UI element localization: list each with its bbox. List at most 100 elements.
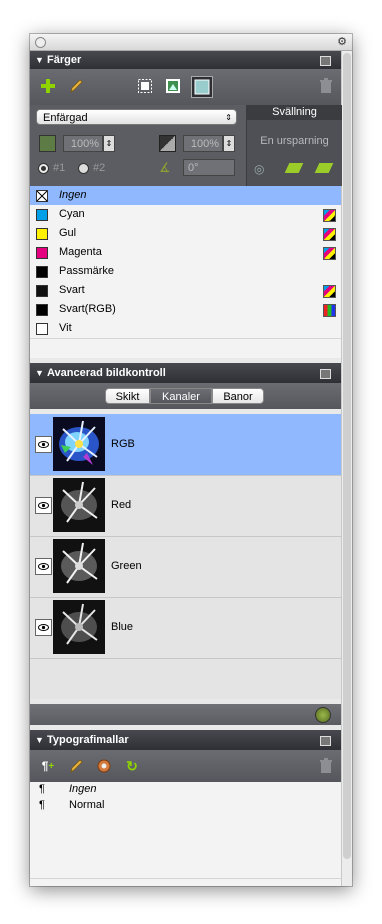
box-fill-icon[interactable]	[191, 76, 213, 98]
tab-channels[interactable]: Kanaler	[150, 388, 212, 404]
color-item-white[interactable]: Vit	[30, 319, 341, 339]
color-swatch	[36, 285, 48, 297]
style-item-empty	[30, 862, 341, 879]
pencil-icon[interactable]	[68, 78, 84, 94]
color-name: Magenta	[59, 246, 102, 258]
channel-row-blue[interactable]: Blue	[30, 597, 341, 659]
eye-icon[interactable]	[35, 497, 52, 514]
trash-icon[interactable]	[318, 78, 334, 94]
cmyk-badge-icon	[323, 228, 336, 241]
color-swatch	[36, 323, 48, 335]
eye-icon[interactable]	[35, 619, 52, 636]
color-item-black-rgb[interactable]: Svart(RGB)	[30, 300, 341, 320]
paragraph-mark-icon: ¶	[39, 799, 45, 811]
color-item-cyan[interactable]: Cyan	[30, 205, 341, 225]
typo-panel-title: Typografimallar	[47, 734, 129, 746]
trapping-header: Svällning	[247, 105, 342, 120]
disclosure-triangle-icon[interactable]: ▼	[35, 51, 44, 69]
channel-row-red[interactable]: Red	[30, 475, 341, 537]
color-list-empty	[30, 339, 341, 358]
color-item-magenta[interactable]: Magenta	[30, 243, 341, 263]
select-arrows-icon: ⇕	[225, 113, 232, 122]
color-item-black[interactable]: Svart	[30, 281, 341, 301]
color-item-registration[interactable]: Passmärke	[30, 262, 341, 282]
radio-color1-label: #1	[53, 162, 66, 174]
style-name: Normal	[69, 799, 105, 811]
angle-field[interactable]: 0°	[183, 159, 235, 176]
mode-select-value: Enfärgad	[43, 112, 88, 124]
shade-left-field[interactable]: 100%	[63, 135, 103, 152]
gear-icon[interactable]: ⚙	[337, 35, 347, 48]
channel-thumbnail	[53, 539, 105, 593]
disclosure-triangle-icon[interactable]: ▼	[35, 730, 44, 750]
style-item-none[interactable]: ¶ Ingen	[30, 782, 341, 799]
eye-icon[interactable]	[35, 436, 52, 453]
channel-row-green[interactable]: Green	[30, 536, 341, 598]
typo-panel-header[interactable]: ▼ Typografimallar	[30, 730, 341, 750]
close-button[interactable]	[35, 37, 46, 48]
trash-icon[interactable]	[318, 758, 334, 774]
scrollbar-thumb[interactable]	[343, 53, 351, 859]
panel-popout-icon[interactable]	[320, 736, 331, 746]
style-item-empty	[30, 814, 341, 831]
apply-icon[interactable]	[315, 707, 331, 723]
image-tabs-bar: Skikt Kanaler Banor	[30, 383, 341, 409]
mode-select[interactable]: Enfärgad ⇕	[36, 109, 237, 125]
radio-color2[interactable]	[78, 163, 89, 174]
new-style-icon[interactable]: ¶ +	[40, 758, 56, 774]
image-panel-footer	[30, 704, 341, 725]
channel-thumbnail	[53, 417, 105, 471]
angle-icon: ∡	[159, 160, 171, 175]
color-swatch	[36, 247, 48, 259]
duplicate-icon[interactable]	[96, 758, 112, 774]
color-name: Passmärke	[59, 265, 115, 277]
cmyk-badge-icon	[323, 209, 336, 222]
cmyk-badge-icon	[323, 285, 336, 298]
style-item-normal[interactable]: ¶ Normal	[30, 798, 341, 815]
pencil-icon[interactable]	[68, 758, 84, 774]
cmyk-badge-icon	[323, 247, 336, 260]
colors-panel-header[interactable]: ▼ Färger	[30, 51, 341, 69]
disclosure-triangle-icon[interactable]: ▼	[35, 363, 44, 383]
channel-row-rgb[interactable]: RGB	[30, 414, 341, 476]
shade-swatch-icon	[39, 135, 56, 152]
color-name: Gul	[59, 227, 77, 239]
color-swatch	[36, 228, 48, 240]
rgb-badge-icon	[323, 304, 336, 317]
stepper-right[interactable]: ⇕	[223, 135, 235, 152]
overprint-icon[interactable]	[314, 163, 334, 173]
colors-toolbar	[30, 69, 341, 105]
color-swatch	[36, 304, 48, 316]
color-swatch	[36, 209, 48, 221]
color-list: Ingen Cyan Gul Magenta Passmärke Svart S…	[30, 186, 341, 358]
trapping-area: Svällning En ursparning ◎	[246, 105, 342, 186]
color-item-none[interactable]: Ingen	[30, 186, 341, 206]
style-item-empty	[30, 830, 341, 847]
image-panel-header[interactable]: ▼ Avancerad bildkontroll	[30, 363, 341, 383]
panel-popout-icon[interactable]	[320, 369, 331, 379]
shade-right-field[interactable]: 100%	[183, 135, 223, 152]
knockout-icon[interactable]	[284, 163, 304, 173]
paragraph-mark-icon: ¶	[39, 783, 45, 795]
frame-icon[interactable]	[137, 78, 153, 94]
update-icon[interactable]: ↻	[124, 758, 140, 774]
style-list: ¶ Ingen ¶ Normal	[30, 782, 341, 886]
color-item-yellow[interactable]: Gul	[30, 224, 341, 244]
stepper-left[interactable]: ⇕	[103, 135, 115, 152]
scrollbar[interactable]	[341, 51, 352, 886]
color-name: Svart(RGB)	[59, 303, 116, 315]
style-item-empty	[30, 846, 341, 863]
spiral-icon[interactable]: ◎	[254, 162, 270, 176]
radio-color1[interactable]	[38, 163, 49, 174]
eye-icon[interactable]	[35, 558, 52, 575]
none-swatch-icon	[36, 190, 48, 202]
tab-paths[interactable]: Banor	[212, 388, 264, 404]
panel-popout-icon[interactable]	[320, 56, 331, 66]
channel-list: RGB Red Green Blue	[30, 414, 341, 699]
window-titlebar: ⚙	[30, 34, 352, 51]
plus-icon[interactable]	[40, 78, 56, 94]
image-frame-icon[interactable]	[165, 78, 181, 94]
palette-window: ⚙ ▼ Färger Enfärgad ⇕ 100% ⇕ 100% ⇕ #1 #…	[30, 34, 352, 886]
tab-layers[interactable]: Skikt	[105, 388, 150, 404]
radio-color2-label: #2	[93, 162, 106, 174]
